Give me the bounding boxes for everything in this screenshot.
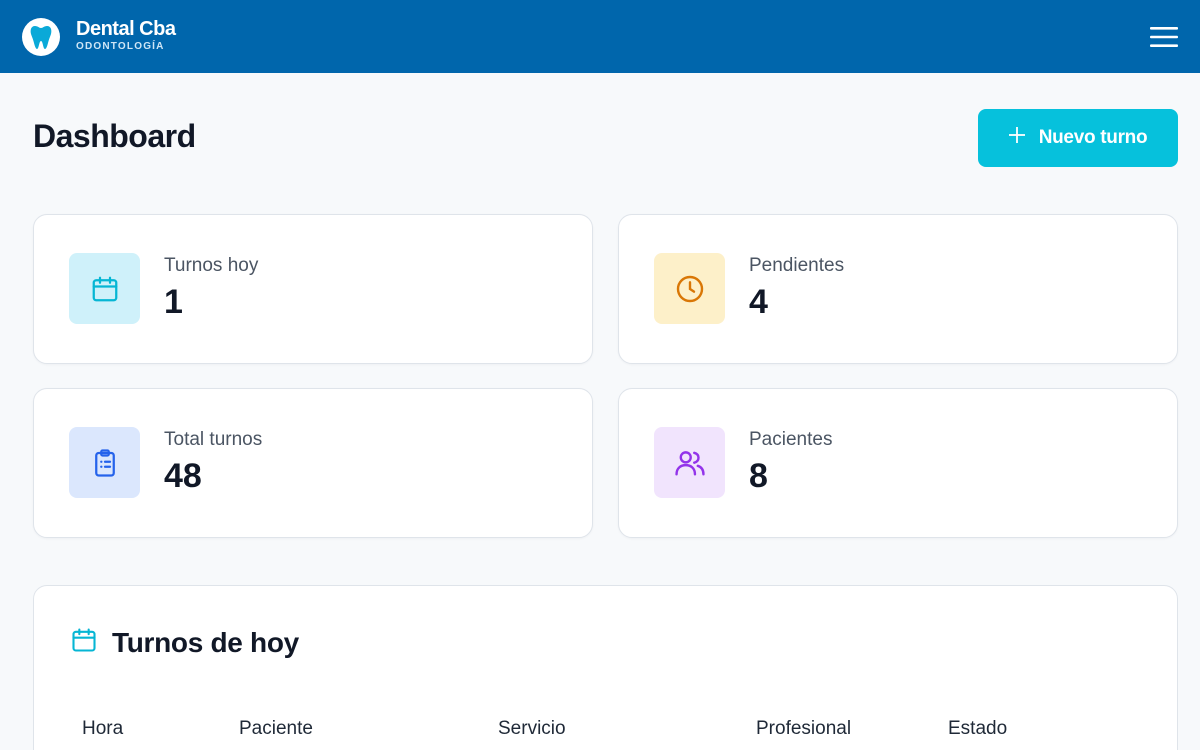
panel-title-text: Turnos de hoy (112, 626, 299, 658)
users-icon (654, 427, 725, 498)
page-title: Dashboard (33, 118, 196, 154)
hamburger-menu-icon[interactable] (1148, 21, 1180, 53)
stat-label: Turnos hoy (164, 255, 259, 276)
stat-value: 1 (164, 283, 183, 321)
brand-subtitle: ODONTOLOGÍA (76, 40, 165, 52)
clipboard-list-icon (69, 427, 140, 498)
column-header-profesional[interactable]: Profesional (756, 718, 851, 740)
column-header-paciente[interactable]: Paciente (239, 718, 313, 740)
stat-card-total-turnos: Total turnos 48 (33, 388, 593, 538)
calendar-icon (69, 253, 140, 324)
column-header-servicio[interactable]: Servicio (498, 718, 566, 740)
stat-card-pendientes: Pendientes 4 (618, 214, 1178, 364)
panel-title: Turnos de hoy (70, 626, 299, 659)
stat-card-pacientes: Pacientes 8 (618, 388, 1178, 538)
calendar-icon (70, 626, 98, 659)
today-appointments-panel: Turnos de hoy Hora Paciente Servicio Pro… (33, 585, 1178, 750)
plus-icon (1008, 127, 1025, 149)
stat-label: Pendientes (749, 255, 845, 276)
stat-card-turnos-hoy: Turnos hoy 1 (33, 214, 593, 364)
stat-value: 4 (749, 283, 768, 321)
stat-value: 48 (164, 457, 202, 495)
column-header-estado[interactable]: Estado (948, 718, 1007, 740)
stat-value: 8 (749, 457, 768, 495)
brand-text: Dental Cba ODONTOLOGÍA (76, 17, 176, 53)
new-appointment-button[interactable]: Nuevo turno (978, 109, 1178, 167)
brand-name: Dental Cba (76, 17, 176, 40)
stat-label: Total turnos (164, 429, 263, 450)
brand[interactable]: Dental Cba ODONTOLOGÍA (22, 17, 176, 56)
clock-icon (654, 253, 725, 324)
new-appointment-label: Nuevo turno (1038, 127, 1148, 148)
tooth-icon (22, 17, 60, 56)
top-bar: Dental Cba ODONTOLOGÍA (0, 0, 1200, 73)
column-header-hora[interactable]: Hora (82, 718, 123, 740)
stat-label: Pacientes (749, 429, 833, 450)
